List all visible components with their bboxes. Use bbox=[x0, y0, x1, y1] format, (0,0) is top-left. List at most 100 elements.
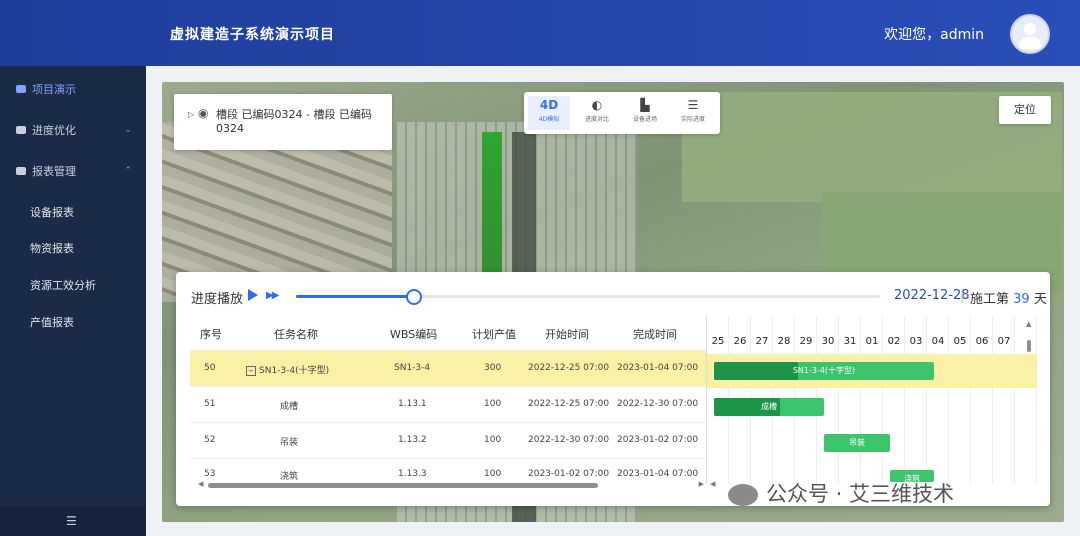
sidebar-collapse-bar[interactable]: ☰ bbox=[0, 506, 146, 536]
layer-tree-item[interactable]: 槽段 已编码0324 - 槽段 已编码0324 bbox=[216, 108, 386, 136]
scroll-left-icon[interactable]: ◀ bbox=[710, 480, 715, 488]
current-date: 2022-12-28 bbox=[894, 288, 970, 303]
scroll-right-icon[interactable]: ▶ bbox=[699, 480, 704, 488]
playback-label: 进度播放 bbox=[191, 292, 244, 307]
app-title: 虚拟建造子系统演示项目 bbox=[170, 27, 335, 43]
cell-value: 100 bbox=[484, 469, 502, 479]
column-header: 计划产值 bbox=[472, 328, 516, 341]
cell-wbs: SN1-3-4 bbox=[394, 363, 431, 373]
gantt-timeline-header: 25 26 27 28 29 30 31 01 02 03 04 05 06 07 bbox=[707, 336, 1037, 354]
tool-equipment-entry[interactable]: ▙ 设备进场 bbox=[624, 96, 666, 130]
gantt-day-label: 02 bbox=[887, 336, 901, 347]
progress-slider-handle[interactable] bbox=[406, 289, 423, 305]
gantt-day-label: 27 bbox=[755, 336, 769, 347]
cell-no: 52 bbox=[204, 435, 216, 445]
schedule-panel: 进度播放 ▶▶ 2022-12-28 | 施工第 39 天 序号 任务名称 WB… bbox=[176, 272, 1050, 506]
table-horizontal-scrollbar[interactable]: ◀ ▶ bbox=[198, 480, 704, 488]
equipment-icon: ▙ bbox=[640, 98, 650, 112]
gantt-day-label: 05 bbox=[953, 336, 967, 347]
expand-arrow-icon[interactable]: ▷ bbox=[188, 110, 194, 119]
days-prefix: 施工第 bbox=[970, 292, 1010, 307]
progress-slider-fill bbox=[296, 295, 413, 298]
table-row[interactable]: 51 成槽 1.13.1 100 2022-12-25 07:00 2022-1… bbox=[190, 386, 706, 422]
cell-wbs: 1.13.3 bbox=[398, 469, 427, 479]
cell-value: 100 bbox=[484, 399, 502, 409]
scrollbar-thumb[interactable] bbox=[1027, 340, 1031, 352]
contrast-icon: ◐ bbox=[591, 98, 603, 112]
tool-label: 进度对比 bbox=[584, 116, 609, 123]
gantt-day-label: 06 bbox=[975, 336, 989, 347]
cell-no: 50 bbox=[204, 363, 216, 373]
sidebar-subitem-materials[interactable]: 物资报表 bbox=[30, 240, 74, 256]
scrollbar-thumb[interactable] bbox=[208, 483, 598, 488]
table-row[interactable]: 50 − SN1-3-4(十字型) SN1-3-4 300 2022-12-25 … bbox=[190, 350, 706, 386]
wechat-icon bbox=[728, 484, 758, 506]
tool-progress-compare[interactable]: ◐ 进度对比 bbox=[576, 96, 618, 130]
locate-button[interactable]: 定位 bbox=[999, 96, 1051, 124]
tool-4d-simulation[interactable]: 4D 4D模拟 bbox=[528, 96, 570, 130]
table-row[interactable]: 53 浇筑 1.13.3 100 2023-01-02 07:00 2023-0… bbox=[190, 458, 706, 481]
gantt-vertical-scrollbar[interactable]: ▲ bbox=[1026, 320, 1032, 480]
avatar-head bbox=[1024, 23, 1036, 35]
gantt-day-label: 04 bbox=[931, 336, 945, 347]
gantt-day-label: 30 bbox=[821, 336, 835, 347]
user-avatar[interactable] bbox=[1010, 14, 1050, 54]
4d-icon: 4D bbox=[539, 98, 559, 112]
gantt-bar-label: SN1-3-4(十字型) bbox=[792, 366, 856, 375]
chevron-down-icon: ⌄ bbox=[124, 125, 132, 135]
collapse-toggle-icon[interactable]: − bbox=[246, 365, 256, 376]
scene-toolbar: 4D 4D模拟 ◐ 进度对比 ▙ 设备进场 ☰ 实际进度 bbox=[524, 92, 720, 134]
cell-start: 2023-01-02 07:00 bbox=[528, 469, 610, 479]
report-icon bbox=[16, 167, 26, 175]
sidebar-item-progress-optimize[interactable]: 进度优化 ⌄ bbox=[0, 115, 146, 145]
cell-name: 浇筑 bbox=[280, 472, 299, 481]
list-icon bbox=[16, 126, 26, 134]
gantt-bar[interactable]: 吊装 bbox=[824, 434, 890, 452]
cell-value: 100 bbox=[484, 435, 502, 445]
table-header: 序号 任务名称 WBS编码 计划产值 开始时间 完成时间 bbox=[190, 322, 706, 348]
cell-start: 2022-12-25 07:00 bbox=[528, 399, 610, 409]
tool-label: 实际进度 bbox=[680, 116, 705, 123]
play-icon[interactable] bbox=[248, 289, 258, 301]
column-header: 任务名称 bbox=[274, 328, 318, 341]
menu-icon[interactable]: ☰ bbox=[66, 514, 77, 528]
fast-forward-icon[interactable]: ▶▶ bbox=[266, 290, 279, 301]
tool-actual-progress[interactable]: ☰ 实际进度 bbox=[672, 96, 714, 130]
table-row[interactable]: 52 吊装 1.13.2 100 2022-12-30 07:00 2023-0… bbox=[190, 422, 706, 458]
cell-name: 吊装 bbox=[280, 438, 299, 448]
cell-end: 2023-01-02 07:00 bbox=[617, 435, 699, 445]
tool-label: 4D模拟 bbox=[538, 116, 560, 123]
days-suffix: 天 bbox=[1033, 292, 1047, 307]
sidebar-subitem-output-value[interactable]: 产值报表 bbox=[30, 314, 74, 330]
gantt-day-label: 07 bbox=[997, 336, 1011, 347]
gantt-bar-label: 吊装 bbox=[849, 438, 865, 447]
gantt-day-label: 25 bbox=[711, 336, 725, 347]
cell-no: 51 bbox=[204, 399, 216, 409]
cell-start: 2022-12-30 07:00 bbox=[528, 435, 610, 445]
cell-wbs: 1.13.2 bbox=[398, 435, 427, 445]
gantt-day-label: 01 bbox=[865, 336, 879, 347]
days-value: 39 bbox=[1013, 292, 1030, 307]
gantt-bar-progress bbox=[714, 362, 798, 380]
gantt-day-label: 31 bbox=[843, 336, 857, 347]
sidebar-item-project-demo[interactable]: 项目演示 bbox=[0, 74, 146, 104]
sidebar-subitem-equipment[interactable]: 设备报表 bbox=[30, 204, 74, 220]
cell-end: 2023-01-04 07:00 bbox=[617, 363, 699, 373]
sidebar-item-report-manage[interactable]: 报表管理 ⌃ bbox=[0, 156, 146, 186]
eye-icon[interactable]: ◉ bbox=[198, 106, 208, 120]
cell-end: 2022-12-30 07:00 bbox=[617, 399, 699, 409]
gantt-bar[interactable]: 成槽 bbox=[714, 398, 824, 416]
cell-end: 2023-01-04 07:00 bbox=[617, 469, 699, 479]
avatar-body bbox=[1019, 37, 1041, 49]
gantt-bar[interactable]: SN1-3-4(十字型) bbox=[714, 362, 934, 380]
sidebar-item-label: 报表管理 bbox=[32, 165, 76, 178]
scroll-left-icon[interactable]: ◀ bbox=[198, 480, 203, 488]
sidebar-subitem-resource-efficiency[interactable]: 资源工效分析 bbox=[30, 277, 96, 293]
progress-slider[interactable] bbox=[296, 289, 880, 305]
construction-day-count: 施工第 39 天 bbox=[970, 288, 1047, 307]
gantt-day-label: 26 bbox=[733, 336, 747, 347]
cell-name: − SN1-3-4(十字型) bbox=[246, 363, 329, 376]
sidebar-item-label: 进度优化 bbox=[32, 124, 76, 137]
app-header: 虚拟建造子系统演示项目 欢迎您，admin bbox=[0, 0, 1080, 66]
scroll-up-icon[interactable]: ▲ bbox=[1026, 320, 1031, 328]
